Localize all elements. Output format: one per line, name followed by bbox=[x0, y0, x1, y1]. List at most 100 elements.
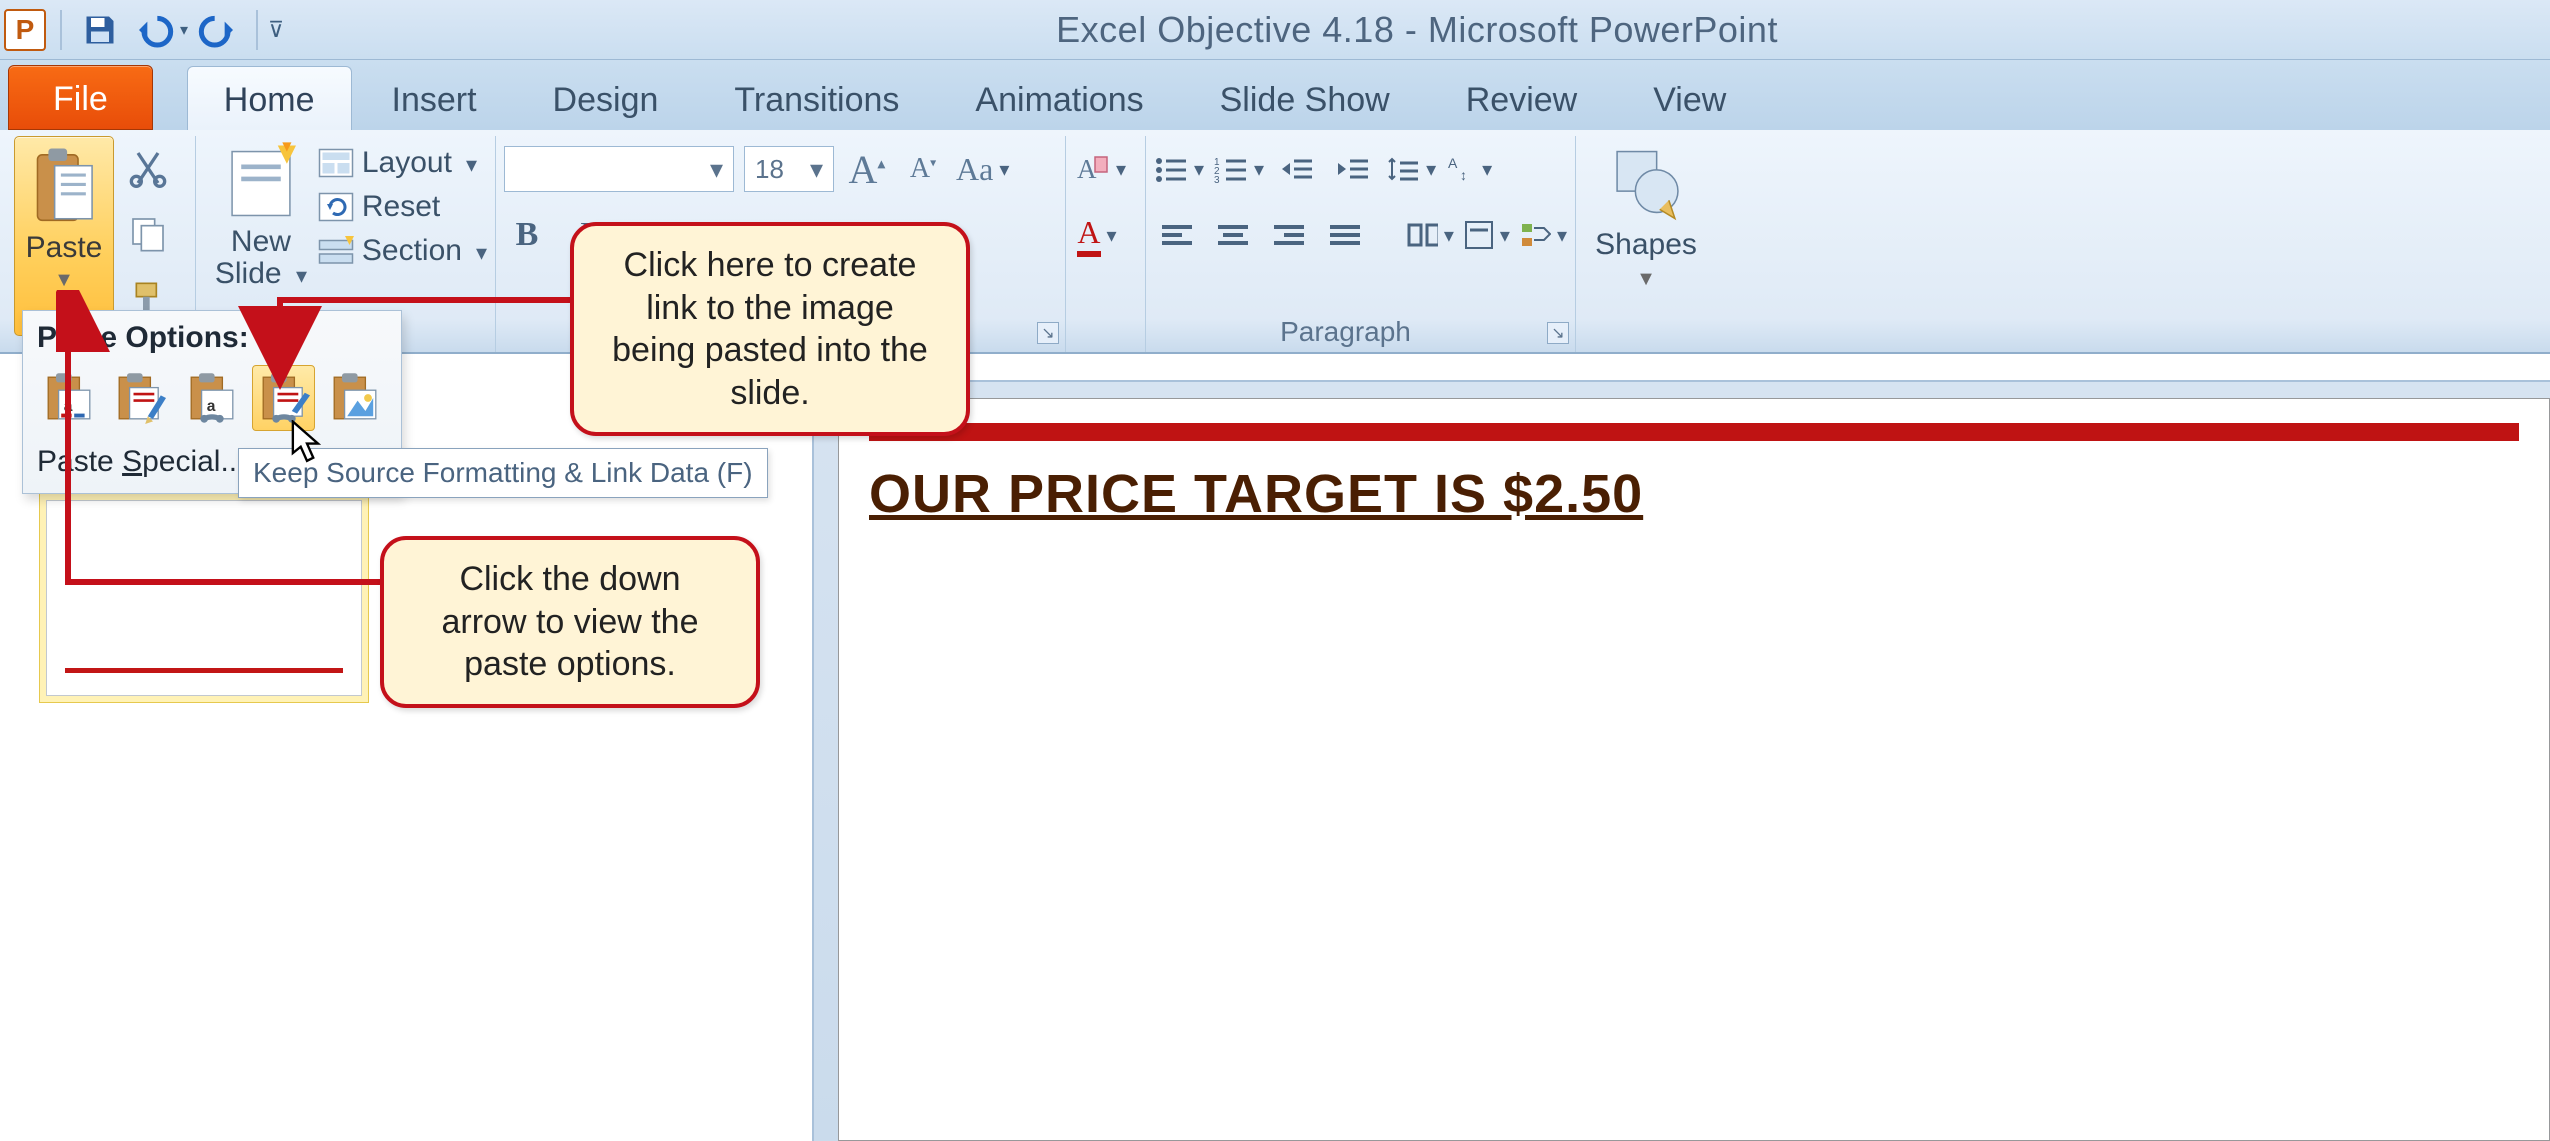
text-direction-icon: A↕ bbox=[1446, 154, 1476, 184]
align-center-icon bbox=[1216, 222, 1250, 248]
paste-option-embed[interactable]: a bbox=[180, 365, 244, 431]
change-case-button[interactable]: Aa bbox=[956, 146, 1009, 192]
tab-animations[interactable]: Animations bbox=[939, 67, 1179, 130]
paste-button[interactable]: Paste ▼ bbox=[14, 136, 114, 336]
decrease-indent-button[interactable] bbox=[1274, 146, 1320, 192]
numbering-button[interactable]: 123 bbox=[1214, 146, 1264, 192]
redo-icon bbox=[198, 10, 238, 50]
svg-text:a: a bbox=[207, 398, 216, 415]
columns-button[interactable] bbox=[1407, 212, 1454, 258]
undo-icon bbox=[134, 10, 174, 50]
justify-button[interactable] bbox=[1322, 212, 1368, 258]
bullets-icon bbox=[1154, 155, 1188, 183]
increase-indent-icon bbox=[1336, 155, 1370, 183]
paste-option-keep-source-link[interactable] bbox=[252, 365, 316, 431]
tab-design[interactable]: Design bbox=[517, 67, 695, 130]
tab-view[interactable]: View bbox=[1617, 67, 1762, 130]
svg-text:A: A bbox=[1077, 154, 1097, 184]
qat-customize-dropdown[interactable]: ⊽ bbox=[268, 17, 284, 43]
quick-access-toolbar: P ▾ ⊽ bbox=[4, 6, 284, 54]
font-dialog-launcher[interactable]: ↘ bbox=[1037, 322, 1059, 344]
slide-title: OUR PRICE TARGET IS $2.50 bbox=[869, 463, 1643, 525]
slide[interactable]: OUR PRICE TARGET IS $2.50 bbox=[838, 398, 2550, 1141]
paste-option-keep-source[interactable] bbox=[109, 365, 173, 431]
section-button[interactable]: Section bbox=[318, 234, 487, 268]
grow-font-icon: A▴ bbox=[849, 146, 886, 193]
bullets-button[interactable] bbox=[1154, 146, 1204, 192]
tab-home[interactable]: Home bbox=[187, 66, 352, 130]
tab-transitions[interactable]: Transitions bbox=[698, 67, 935, 130]
tab-slide-show[interactable]: Slide Show bbox=[1184, 67, 1426, 130]
qat-separator bbox=[60, 10, 62, 50]
window-title: Excel Objective 4.18 - Microsoft PowerPo… bbox=[284, 9, 2550, 51]
new-slide-icon bbox=[226, 142, 296, 222]
align-right-button[interactable] bbox=[1266, 212, 1312, 258]
paste-option-picture[interactable] bbox=[323, 365, 387, 431]
svg-text:↕: ↕ bbox=[1460, 167, 1467, 183]
tab-insert[interactable]: Insert bbox=[356, 67, 513, 130]
paste-icon bbox=[32, 147, 96, 225]
reset-label: Reset bbox=[362, 190, 440, 224]
slide-divider bbox=[869, 423, 2519, 441]
copy-button[interactable] bbox=[122, 208, 174, 260]
group-paragraph: 123 A↕ Paragraph ↘ bbox=[1146, 136, 1576, 352]
layout-icon bbox=[318, 148, 354, 178]
embed-icon: a bbox=[186, 372, 238, 424]
title-bar: P ▾ ⊽ Excel Objective 4.18 - Microsoft P… bbox=[0, 0, 2550, 60]
shapes-button[interactable]: Shapes ▼ bbox=[1584, 142, 1708, 291]
grow-font-button[interactable]: A▴ bbox=[844, 146, 890, 192]
shapes-icon bbox=[1611, 142, 1681, 222]
columns-icon bbox=[1407, 222, 1438, 248]
shrink-font-button[interactable]: A▾ bbox=[900, 146, 946, 192]
keep-source-link-icon bbox=[258, 372, 310, 424]
bold-icon: B bbox=[516, 216, 539, 254]
paste-option-destination-theme[interactable]: a bbox=[37, 365, 101, 431]
qat-separator-2 bbox=[256, 10, 258, 50]
numbering-icon: 123 bbox=[1214, 155, 1248, 183]
align-center-button[interactable] bbox=[1210, 212, 1256, 258]
font-size-combo[interactable]: 18▾ bbox=[744, 146, 834, 192]
paragraph-dialog-launcher[interactable]: ↘ bbox=[1547, 322, 1569, 344]
align-left-button[interactable] bbox=[1154, 212, 1200, 258]
font-family-combo[interactable]: ▾ bbox=[504, 146, 734, 192]
svg-text:A: A bbox=[1448, 155, 1458, 171]
paste-options-heading: Paste Options: bbox=[37, 321, 387, 355]
reset-button[interactable]: Reset bbox=[318, 190, 487, 224]
callout-bottom: Click the down arrow to view the paste o… bbox=[380, 536, 760, 708]
group-font-extra: A A bbox=[1066, 136, 1146, 352]
clear-formatting-icon: A bbox=[1074, 151, 1110, 187]
tab-review[interactable]: Review bbox=[1430, 67, 1613, 130]
align-right-icon bbox=[1272, 222, 1306, 248]
app-icon[interactable]: P bbox=[4, 9, 46, 51]
use-destination-theme-icon: a bbox=[43, 372, 95, 424]
font-size-value: 18 bbox=[755, 154, 784, 185]
align-text-button[interactable] bbox=[1464, 212, 1510, 258]
thumb-redline bbox=[65, 668, 343, 673]
save-button[interactable] bbox=[76, 6, 124, 54]
cut-icon bbox=[128, 148, 168, 188]
undo-dropdown[interactable]: ▾ bbox=[180, 20, 188, 40]
slide-thumbnail[interactable] bbox=[46, 500, 362, 696]
increase-indent-button[interactable] bbox=[1330, 146, 1376, 192]
paste-option-tooltip: Keep Source Formatting & Link Data (F) bbox=[238, 448, 768, 498]
text-direction-button[interactable]: A↕ bbox=[1446, 146, 1492, 192]
keep-source-formatting-icon bbox=[114, 372, 166, 424]
change-case-icon: Aa bbox=[956, 151, 993, 188]
tab-file[interactable]: File bbox=[8, 65, 153, 130]
svg-text:a: a bbox=[64, 398, 73, 415]
shrink-font-icon: A▾ bbox=[910, 153, 936, 185]
line-spacing-button[interactable] bbox=[1386, 146, 1436, 192]
smartart-button[interactable] bbox=[1520, 212, 1567, 258]
layout-button[interactable]: Layout bbox=[318, 146, 487, 180]
redo-button[interactable] bbox=[194, 6, 242, 54]
paste-dropdown-arrow[interactable]: ▼ bbox=[54, 269, 74, 292]
bold-button[interactable]: B bbox=[504, 212, 550, 258]
cut-button[interactable] bbox=[122, 142, 174, 194]
reset-icon bbox=[318, 192, 354, 222]
font-color-button[interactable]: A bbox=[1074, 212, 1120, 258]
undo-button[interactable] bbox=[130, 6, 178, 54]
copy-icon bbox=[128, 214, 168, 254]
clear-formatting-button[interactable]: A bbox=[1074, 146, 1126, 192]
justify-icon bbox=[1328, 222, 1362, 248]
slide-canvas-area: OUR PRICE TARGET IS $2.50 bbox=[812, 380, 2550, 1141]
